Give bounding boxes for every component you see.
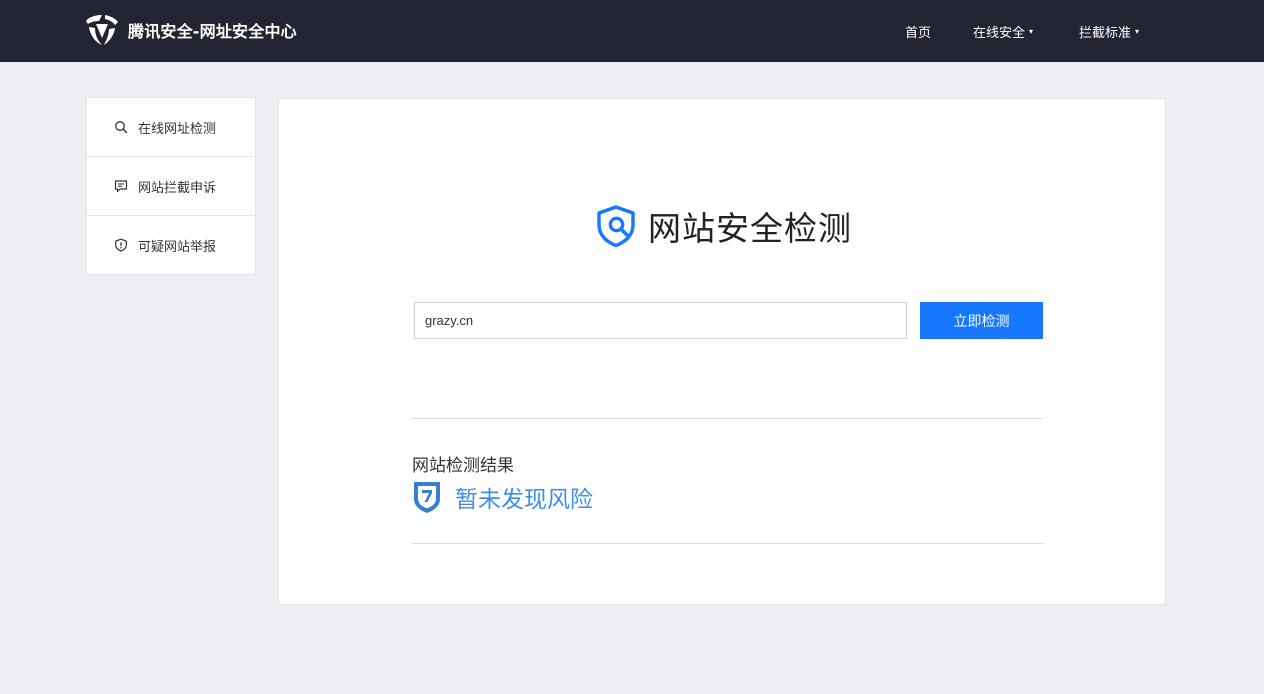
chevron-down-icon: ▾ (1029, 26, 1034, 36)
sidebar-item-label: 可疑网站举报 (138, 239, 217, 255)
divider (412, 418, 1043, 419)
chevron-down-icon: ▾ (1135, 26, 1140, 36)
url-search-input[interactable] (414, 302, 907, 339)
shield-search-icon (597, 205, 635, 248)
nav-home-label: 首页 (905, 25, 932, 41)
nav-block-standard-label: 拦截标准 (1079, 25, 1132, 41)
page-title: 网站安全检测 (648, 209, 852, 248)
nav-block-standard[interactable]: 拦截标准 ▾ (1079, 0, 1139, 62)
sidebar-item-label: 在线网址检测 (138, 121, 217, 137)
brand-title: 腾讯安全-网址安全中心 (128, 22, 297, 41)
sidebar: 在线网址检测 网站拦截申诉 可疑网站举报 (86, 97, 256, 275)
shield-alert-icon (115, 238, 127, 252)
search-icon (115, 121, 128, 134)
top-navigation-bar: 腾讯安全-网址安全中心 首页 在线安全 ▾ 拦截标准 ▾ (0, 0, 1264, 62)
tencent-security-logo-icon (86, 15, 118, 45)
chat-bubble-icon (114, 180, 128, 193)
nav-online-security[interactable]: 在线安全 ▾ (973, 0, 1033, 62)
nav-home[interactable]: 首页 (905, 0, 931, 62)
nav-online-security-label: 在线安全 (973, 25, 1026, 41)
divider (412, 543, 1043, 544)
page-heading: 网站安全检测 (594, 202, 852, 250)
result-status: 暂未发现风险 (412, 480, 593, 514)
brand[interactable]: 腾讯安全-网址安全中心 (85, 13, 297, 47)
main-panel: 网站安全检测 立即检测 网站检测结果 暂未发现风险 (278, 98, 1166, 605)
sidebar-item-block-appeal[interactable]: 网站拦截申诉 (87, 157, 255, 216)
sidebar-item-label: 网站拦截申诉 (138, 180, 217, 196)
sidebar-item-report-suspicious[interactable]: 可疑网站举报 (87, 216, 255, 274)
result-text: 暂未发现风险 (455, 487, 593, 513)
sidebar-item-online-url-check[interactable]: 在线网址检测 (87, 98, 255, 157)
safe-shield-icon (414, 482, 440, 513)
result-heading: 网站检测结果 (412, 456, 514, 476)
check-now-button[interactable]: 立即检测 (920, 302, 1043, 339)
